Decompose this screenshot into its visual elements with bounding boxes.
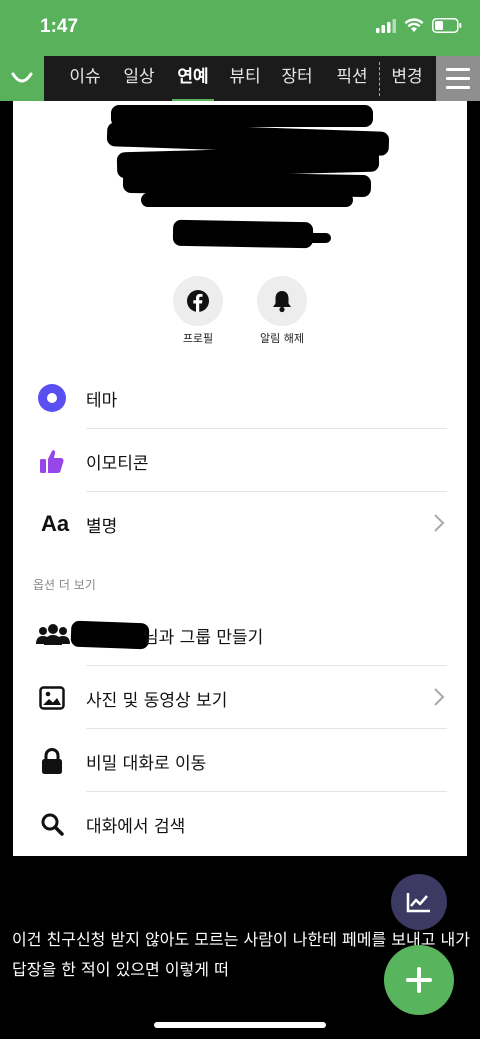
row-divider bbox=[86, 491, 447, 492]
theme-label: 테마 bbox=[86, 390, 118, 411]
bell-icon bbox=[273, 291, 291, 313]
theme-dot-icon bbox=[35, 381, 69, 415]
add-button[interactable] bbox=[384, 945, 454, 1015]
home-indicator[interactable] bbox=[154, 1022, 326, 1028]
row-divider bbox=[86, 428, 447, 429]
trend-chart-button[interactable] bbox=[391, 874, 447, 930]
tab-issue[interactable]: 이슈 bbox=[62, 56, 108, 101]
tab-fiction[interactable]: 픽션 bbox=[329, 56, 375, 101]
view-media-label: 사진 및 동영상 보기 bbox=[86, 690, 228, 711]
tab-market[interactable]: 장터 bbox=[274, 56, 320, 101]
category-tabbar: 이슈 일상 연예 뷰티 장터 픽션 변경 bbox=[0, 56, 480, 101]
status-bar: 1:47 bbox=[0, 0, 480, 56]
emoji-row[interactable]: 이모티콘 bbox=[13, 430, 467, 492]
create-group-row[interactable]: 님과 그룹 만들기 bbox=[13, 604, 467, 666]
status-icons bbox=[376, 18, 462, 33]
emoji-label: 이모티콘 bbox=[86, 453, 149, 474]
text-aa-icon: Aa bbox=[40, 511, 70, 536]
nickname-row[interactable]: Aa 별명 bbox=[13, 493, 467, 555]
profile-button[interactable] bbox=[173, 276, 223, 326]
mute-notifications-label: 알림 해제 bbox=[260, 332, 304, 345]
plus-icon bbox=[406, 967, 432, 993]
wifi-icon bbox=[404, 18, 424, 32]
search-conversation-row[interactable]: 대화에서 검색 bbox=[13, 793, 467, 855]
app-logo-icon bbox=[11, 72, 33, 82]
row-divider bbox=[86, 791, 447, 792]
search-conversation-label: 대화에서 검색 bbox=[86, 816, 186, 837]
tab-divider bbox=[379, 62, 380, 96]
tab-entertainment[interactable]: 연예 bbox=[170, 56, 216, 101]
row-divider bbox=[86, 728, 447, 729]
redacted-name-part bbox=[141, 193, 353, 207]
tab-beauty[interactable]: 뷰티 bbox=[222, 56, 268, 101]
redacted-friend-name bbox=[70, 620, 150, 650]
profile-label: 프로필 bbox=[182, 332, 214, 345]
trend-chart-icon bbox=[406, 893, 430, 913]
signal-icon bbox=[376, 18, 396, 33]
photo-icon bbox=[35, 681, 69, 715]
row-divider bbox=[86, 665, 447, 666]
conversation-settings-panel: 프로필 알림 해제 테마 이모티콘 Aa 별명 옵션 더 보기 님과 그룹 만들… bbox=[13, 101, 467, 856]
lock-icon bbox=[35, 744, 69, 778]
thumbs-up-icon bbox=[35, 444, 69, 478]
tab-daily[interactable]: 일상 bbox=[116, 56, 162, 101]
redacted-subtitle bbox=[172, 219, 314, 249]
people-group-icon bbox=[33, 618, 73, 652]
theme-row[interactable]: 테마 bbox=[13, 367, 467, 429]
status-time: 1:47 bbox=[40, 16, 79, 37]
search-icon bbox=[35, 807, 69, 841]
view-media-row[interactable]: 사진 및 동영상 보기 bbox=[13, 667, 467, 729]
mute-notifications-button[interactable] bbox=[257, 276, 307, 326]
more-options-title: 옵션 더 보기 bbox=[33, 578, 96, 592]
battery-icon bbox=[432, 18, 462, 33]
redacted-subtitle-part bbox=[303, 233, 331, 243]
secret-conversation-row[interactable]: 비밀 대화로 이동 bbox=[13, 730, 467, 792]
hamburger-menu-icon[interactable] bbox=[436, 56, 480, 101]
tab-change[interactable]: 변경 bbox=[384, 56, 430, 101]
secret-conversation-label: 비밀 대화로 이동 bbox=[86, 753, 207, 774]
facebook-icon bbox=[187, 290, 209, 312]
chevron-right-icon bbox=[434, 514, 445, 532]
chevron-right-icon bbox=[434, 688, 445, 706]
create-group-label: 님과 그룹 만들기 bbox=[143, 627, 264, 648]
app-logo-button[interactable] bbox=[0, 56, 44, 101]
nickname-label: 별명 bbox=[86, 516, 118, 537]
